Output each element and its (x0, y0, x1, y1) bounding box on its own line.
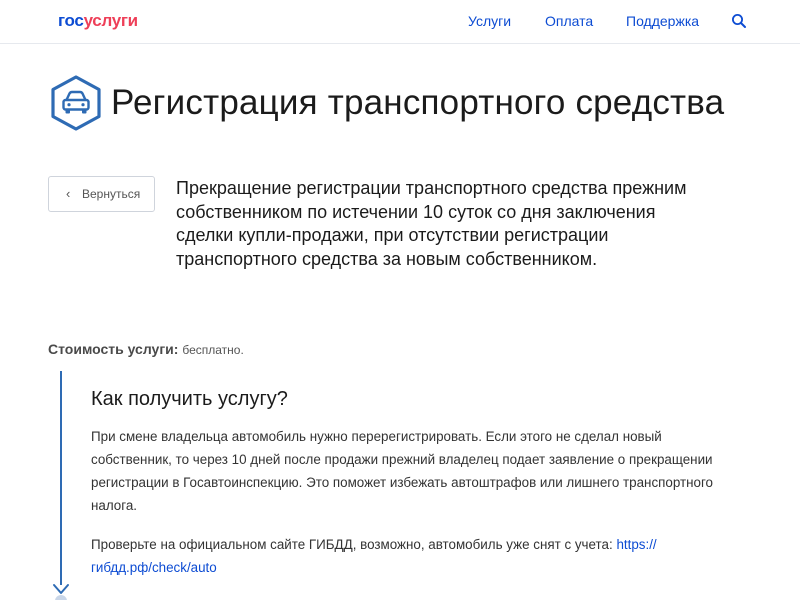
arrow-down-icon (52, 582, 70, 594)
service-description: Прекращение регистрации транспортного ср… (176, 178, 687, 269)
check-paragraph: Проверьте на официальном сайте ГИБДД, во… (91, 533, 731, 579)
header: госуслуги Услуги Оплата Поддержка (0, 0, 800, 44)
car-icon (48, 74, 104, 132)
page-title: Регистрация транспортного средства (111, 83, 725, 122)
timeline-dot (55, 595, 67, 600)
timeline-line (60, 371, 62, 585)
logo-gos-text: гос (58, 11, 84, 30)
check-text: Проверьте на официальном сайте ГИБДД, во… (91, 537, 613, 552)
chevron-left-icon: ‹ (66, 186, 71, 201)
logo-uslugi-text: услуги (83, 11, 139, 30)
back-button[interactable]: ‹ Вернуться (48, 176, 155, 212)
back-button-label: Вернуться (82, 187, 141, 201)
page: госуслуги Услуги Оплата Поддержка Регист… (0, 0, 800, 600)
gosuslugi-logo[interactable]: госуслуги (58, 11, 138, 31)
cost-label: Стоимость услуги: (48, 341, 179, 357)
nav-payment[interactable]: Оплата (545, 13, 593, 29)
how-to-paragraph: При смене владельца автомобиль нужно пер… (91, 429, 714, 513)
how-to-heading: Как получить услугу? (91, 388, 288, 410)
service-cost: Стоимость услуги: бесплатно. (48, 340, 244, 359)
search-icon[interactable] (731, 13, 747, 29)
cost-value: бесплатно. (182, 343, 244, 357)
nav-services[interactable]: Услуги (468, 13, 511, 29)
nav-support[interactable]: Поддержка (626, 13, 699, 29)
